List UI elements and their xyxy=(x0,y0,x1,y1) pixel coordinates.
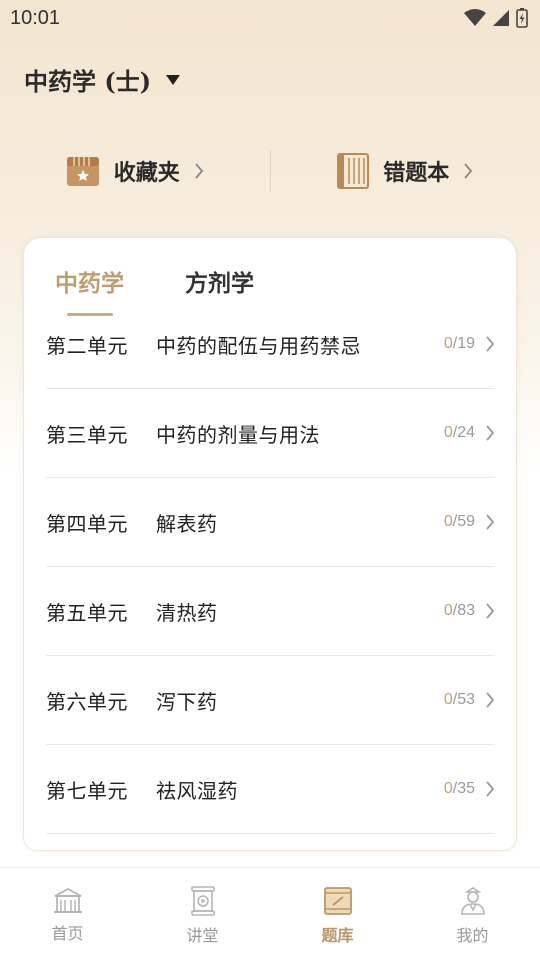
unit-row[interactable]: 第五单元 清热药 0/83 xyxy=(46,567,495,656)
unit-done-count: 0 xyxy=(443,424,453,441)
chevron-right-icon xyxy=(486,603,495,619)
unit-number: 第三单元 xyxy=(46,422,128,447)
nav-home[interactable]: 首页 xyxy=(0,868,135,960)
question-bank-icon xyxy=(323,887,352,915)
unit-total-count: /59 xyxy=(452,513,475,530)
nav-question-bank[interactable]: 题库 xyxy=(270,868,405,960)
home-icon xyxy=(53,887,82,913)
quick-links: 收藏夹 错题本 xyxy=(0,142,540,200)
battery-icon xyxy=(516,8,528,28)
unit-progress: 0/83 xyxy=(444,602,475,620)
unit-row[interactable]: 第七单元 祛风湿药 0/35 xyxy=(46,745,495,834)
unit-number: 第六单元 xyxy=(46,689,128,714)
nav-lecture[interactable]: 讲堂 xyxy=(135,868,270,960)
status-bar: 10:01 xyxy=(0,0,540,36)
subject-title: 中药学 (士) xyxy=(24,67,152,96)
unit-list: 第二单元 中药的配伍与用药禁忌 0/19 第三单元 中药的剂量与用法 0/24 … xyxy=(46,300,495,834)
chevron-right-icon xyxy=(486,781,495,797)
unit-total-count: /35 xyxy=(452,780,475,797)
unit-title: 中药的配伍与用药禁忌 xyxy=(156,333,361,358)
wrong-answers-label: 错题本 xyxy=(383,160,450,186)
unit-progress: 0/24 xyxy=(444,424,475,442)
profile-icon xyxy=(460,887,485,915)
unit-done-count: 0 xyxy=(443,691,453,708)
unit-total-count: /24 xyxy=(452,424,475,441)
unit-title: 清热药 xyxy=(156,600,218,625)
unit-total-count: /83 xyxy=(452,602,475,619)
unit-number: 第二单元 xyxy=(46,333,128,358)
bottom-nav: 首页 讲堂 题库 我的 xyxy=(0,867,540,960)
chevron-right-icon xyxy=(486,514,495,530)
status-icons xyxy=(464,8,528,28)
unit-title: 解表药 xyxy=(156,511,218,536)
wrong-answers-link[interactable]: 错题本 xyxy=(271,153,540,189)
unit-number: 第七单元 xyxy=(46,778,128,803)
wifi-icon xyxy=(464,9,486,26)
unit-title: 泻下药 xyxy=(156,689,218,714)
favorites-link[interactable]: 收藏夹 xyxy=(0,154,270,188)
unit-done-count: 0 xyxy=(443,602,453,619)
unit-progress: 0/35 xyxy=(444,780,475,798)
unit-total-count: /19 xyxy=(452,335,475,352)
question-card: 中药学 方剂学 第二单元 中药的配伍与用药禁忌 0/19 第三单元 中药的剂量与… xyxy=(23,237,517,851)
nav-lecture-label: 讲堂 xyxy=(186,926,219,945)
unit-progress: 0/19 xyxy=(444,335,475,353)
chevron-right-icon xyxy=(195,163,203,179)
subject-selector[interactable]: 中药学 (士) xyxy=(24,62,181,97)
unit-title: 中药的剂量与用法 xyxy=(156,422,320,447)
unit-row[interactable]: 第三单元 中药的剂量与用法 0/24 xyxy=(46,389,495,478)
unit-number: 第五单元 xyxy=(46,600,128,625)
unit-progress: 0/59 xyxy=(444,513,475,531)
tab-chinese-materia-medica[interactable]: 中药学 xyxy=(55,264,124,298)
chevron-right-icon xyxy=(486,425,495,441)
unit-done-count: 0 xyxy=(443,780,453,797)
unit-done-count: 0 xyxy=(443,335,453,352)
unit-row[interactable]: 第二单元 中药的配伍与用药禁忌 0/19 xyxy=(46,300,495,389)
unit-title: 祛风湿药 xyxy=(156,778,238,803)
nav-home-label: 首页 xyxy=(51,924,84,943)
favorites-box-icon xyxy=(66,157,99,186)
unit-total-count: /53 xyxy=(452,691,475,708)
signal-icon xyxy=(493,10,509,26)
lecture-icon xyxy=(190,886,215,916)
chevron-right-icon xyxy=(486,336,495,352)
unit-done-count: 0 xyxy=(443,513,453,530)
unit-row[interactable]: 第六单元 泻下药 0/53 xyxy=(46,656,495,745)
unit-row[interactable]: 第四单元 解表药 0/59 xyxy=(46,478,495,567)
unit-number: 第四单元 xyxy=(46,511,128,536)
nav-question-bank-label: 题库 xyxy=(321,926,354,945)
nav-profile[interactable]: 我的 xyxy=(405,868,540,960)
caret-down-icon xyxy=(166,74,181,85)
tab-formulas[interactable]: 方剂学 xyxy=(185,264,254,298)
nav-profile-label: 我的 xyxy=(456,926,489,945)
chevron-right-icon xyxy=(486,692,495,708)
favorites-label: 收藏夹 xyxy=(113,160,180,186)
status-time: 10:01 xyxy=(10,6,61,29)
notebook-icon xyxy=(337,153,370,189)
unit-progress: 0/53 xyxy=(444,691,475,709)
chevron-right-icon xyxy=(464,163,473,179)
